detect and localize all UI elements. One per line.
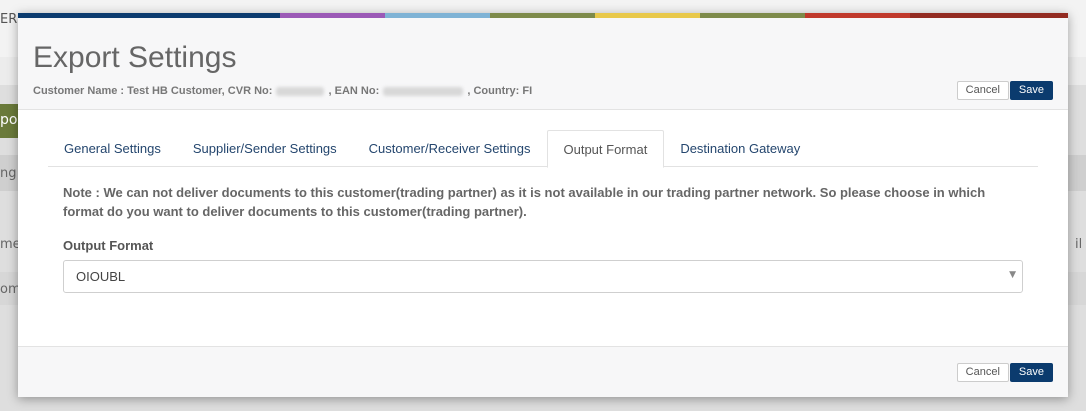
background-row-text: il — [1075, 237, 1083, 252]
background-topbar-text: ER — [0, 12, 18, 27]
footer-cancel-button[interactable]: Cancel — [956, 363, 1009, 382]
customer-name-label: Customer Name : Test HB Customer, CVR No… — [33, 85, 273, 97]
footer-actions: Cancel Save — [956, 363, 1053, 382]
redacted-cvr — [276, 86, 325, 96]
modal-header: Export Settings Customer Name : Test HB … — [18, 18, 1068, 110]
footer-save-button[interactable]: Save — [1009, 363, 1053, 382]
caret-down-icon: ▼ — [1009, 270, 1016, 280]
output-format-label: Output Format — [63, 238, 154, 253]
modal-body: General Settings Supplier/Sender Setting… — [18, 110, 1068, 346]
tab-output-format[interactable]: Output Format — [546, 130, 665, 168]
output-format-select[interactable]: OIOUBL ▼ — [63, 260, 1023, 293]
tab-destination-gateway[interactable]: Destination Gateway — [664, 130, 816, 167]
tab-general-settings[interactable]: General Settings — [48, 130, 177, 167]
cancel-button[interactable]: Cancel — [956, 81, 1009, 100]
ean-label: , EAN No: — [328, 85, 380, 97]
settings-tabs: General Settings Supplier/Sender Setting… — [48, 130, 1038, 168]
redacted-ean — [383, 86, 464, 96]
output-format-value: OIOUBL — [76, 269, 126, 284]
modal-title: Export Settings — [33, 41, 237, 74]
delivery-note: Note : We can not deliver documents to t… — [63, 185, 986, 219]
country-label: , Country: FI — [467, 85, 533, 97]
tab-customer-receiver-settings[interactable]: Customer/Receiver Settings — [353, 130, 547, 167]
customer-info: Customer Name : Test HB Customer, CVR No… — [33, 85, 532, 97]
tab-supplier-sender-settings[interactable]: Supplier/Sender Settings — [177, 130, 353, 167]
export-settings-modal: Export Settings Customer Name : Test HB … — [18, 13, 1068, 397]
background-green-tab: po — [0, 104, 20, 138]
save-button[interactable]: Save — [1009, 81, 1053, 100]
background-row-text: ng — [0, 166, 17, 181]
modal-footer: Cancel Save — [18, 346, 1068, 397]
header-actions: Cancel Save — [956, 81, 1053, 100]
